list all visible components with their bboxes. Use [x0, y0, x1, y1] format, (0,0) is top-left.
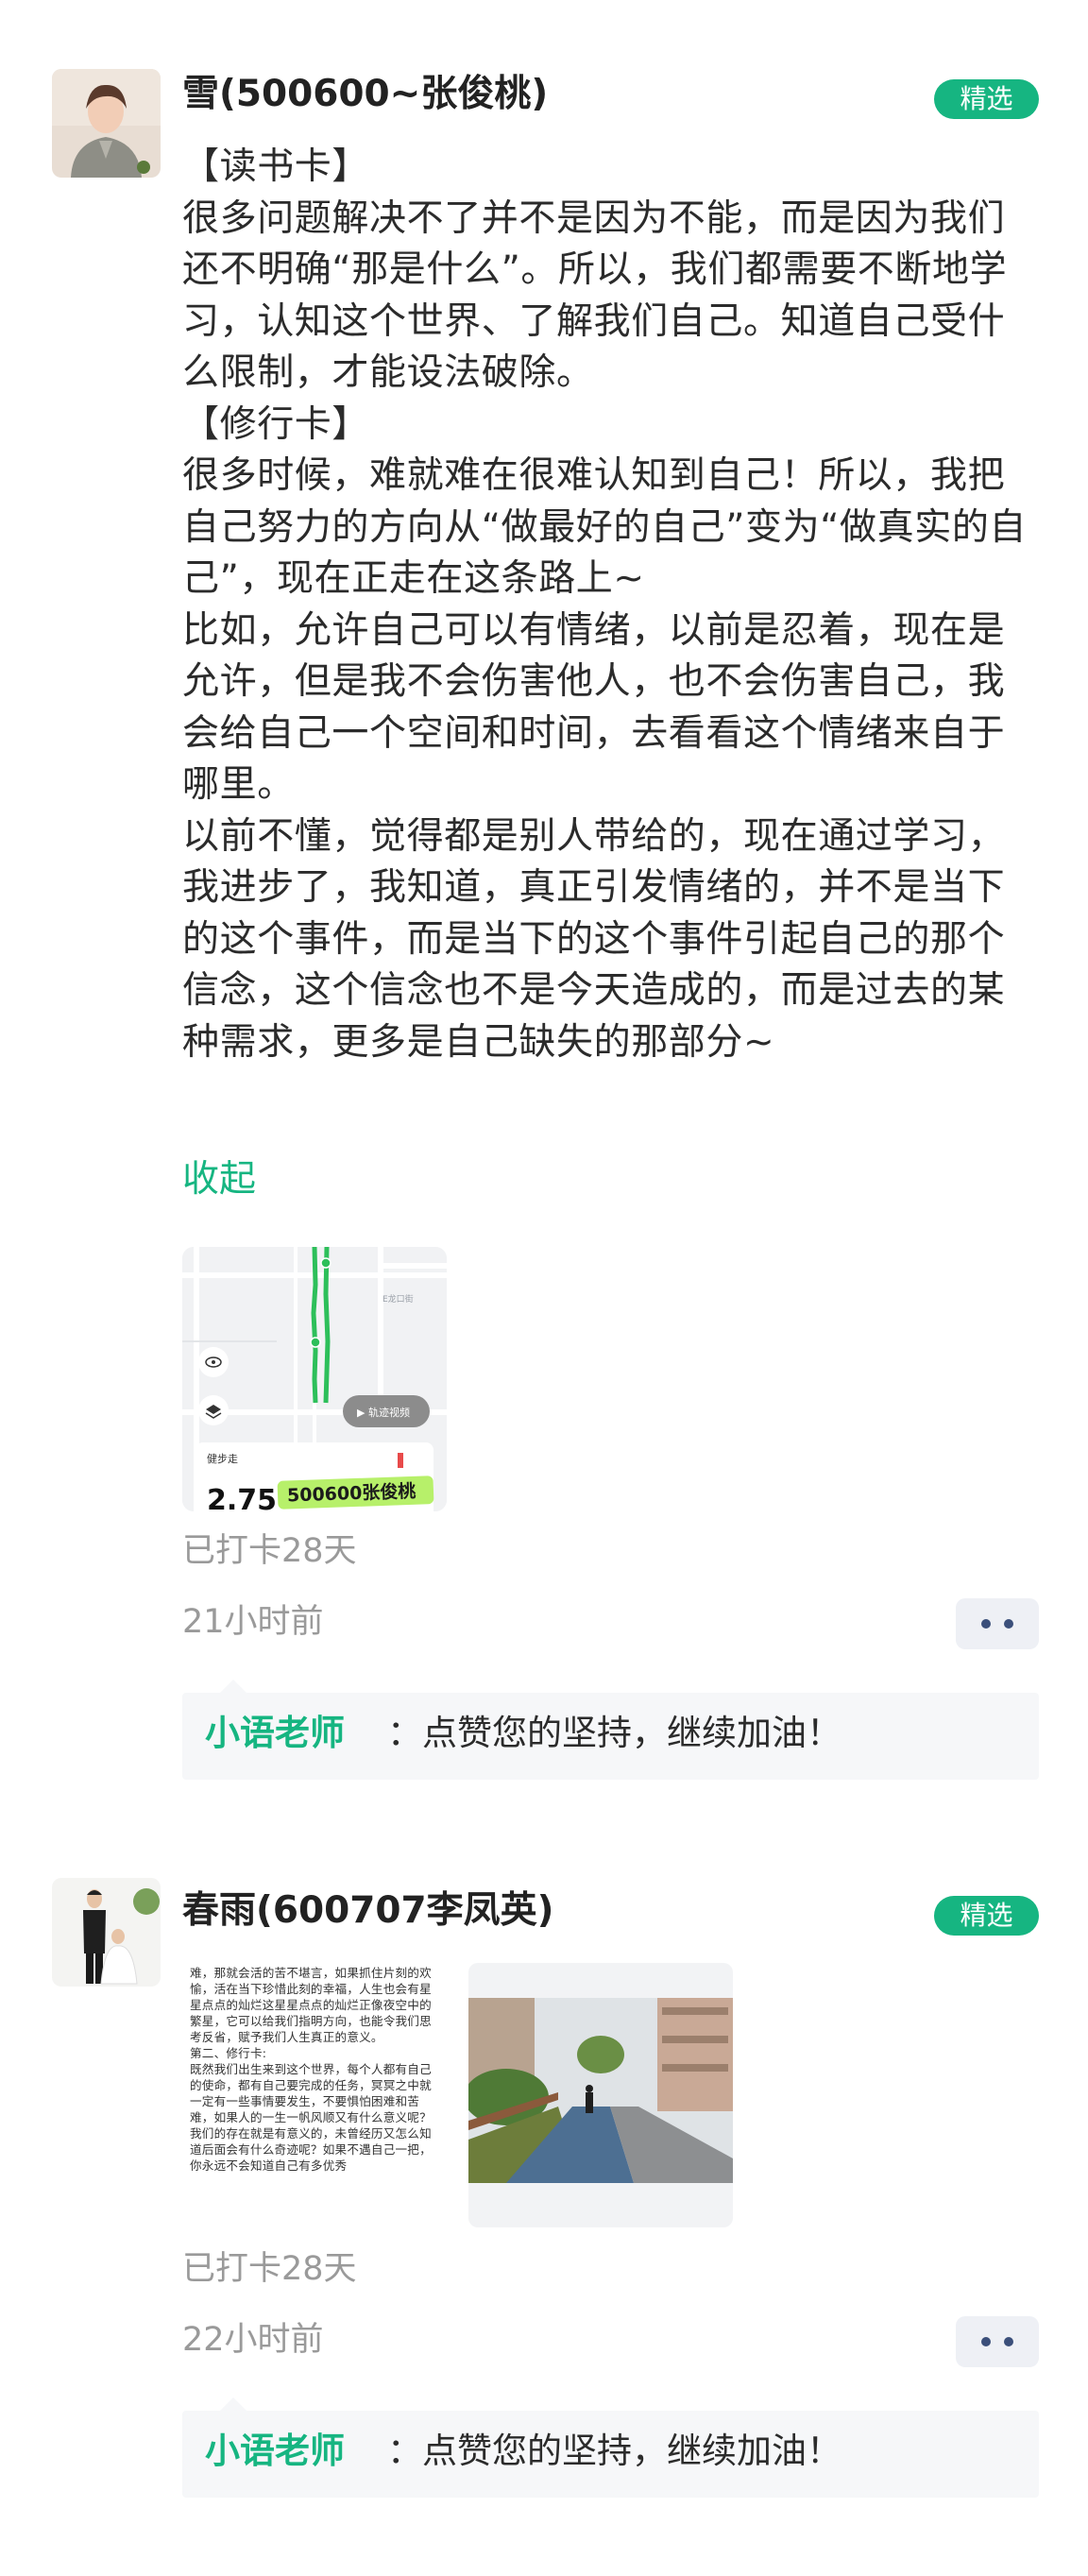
timestamp: 22小时前	[182, 2321, 324, 2359]
comment-text: ：点赞您的坚持，继续加油！	[387, 2431, 842, 2471]
content-paragraph: 很多问题解决不了并不是因为不能，而是因为我们还不明确“那是什么”。所以，我们都需…	[182, 196, 1008, 395]
post-content: 【读书卡】 很多问题解决不了并不是因为不能，而是因为我们还不明确“那是什么”。所…	[182, 142, 1032, 1068]
street-label: E龙口街	[382, 1293, 414, 1305]
comment-box: 小语老师 ：点赞您的坚持，继续加油！	[182, 1680, 1039, 1780]
featured-badge: 精选	[934, 1896, 1039, 1936]
featured-badge: 精选	[934, 79, 1039, 119]
collapse-link[interactable]: 收起	[182, 1154, 256, 1205]
checkin-days: 已打卡28天	[182, 1532, 357, 1570]
content-paragraph: 比如，允许自己可以有情绪，以前是忍着，现在是允许，但是我不会伤害他人，也不会伤害…	[182, 608, 1006, 807]
eye-icon[interactable]	[198, 1347, 229, 1377]
post-text-image[interactable]: 难，那就会活的苦不堪言，如果抓住片刻的欢愉，活在当下珍惜此刻的幸福，人生也会有星…	[182, 1963, 447, 2227]
content-paragraph: 【读书卡】	[182, 145, 370, 188]
comment-box: 小语老师 ：点赞您的坚持，继续加油！	[182, 2397, 1039, 2498]
more-dots-icon[interactable]	[956, 2316, 1039, 2367]
content-paragraph: 以前不懂，觉得都是别人带给的，现在通过学习，我进步了，我知道，真正引发情绪的，并…	[182, 814, 1006, 1064]
route-map-image[interactable]: E龙口街 ▶ 轨迹视频 健步走 2.75 500600张俊桃	[182, 1247, 447, 1511]
layers-icon[interactable]	[198, 1395, 229, 1425]
comment-text: ：点赞您的坚持，继续加油！	[387, 1713, 842, 1753]
activity-label: 健步走	[207, 1453, 238, 1465]
username[interactable]: 雪(500600~张俊桃)	[182, 69, 548, 120]
user-avatar[interactable]	[52, 1878, 161, 1987]
user-avatar[interactable]	[52, 69, 161, 178]
play-track-button[interactable]: ▶ 轨迹视频	[343, 1395, 430, 1427]
comment-author[interactable]: 小语老师	[205, 2426, 345, 2477]
content-paragraph: 很多时候，难就难在很难认知到自己！所以，我把自己努力的方向从“做最好的自己”变为…	[182, 454, 1028, 600]
more-dots-icon[interactable]	[956, 1598, 1039, 1649]
post-card: 雪(500600~张俊桃) 精选 【读书卡】 很多问题解决不了并不是因为不能，而…	[0, 0, 1088, 1823]
watermark-label: 500600张俊桃	[287, 1480, 416, 1507]
image-text: 难，那就会活的苦不堪言，如果抓住片刻的欢愉，活在当下珍惜此刻的幸福，人生也会有星…	[190, 1966, 432, 2173]
comment-author[interactable]: 小语老师	[205, 1708, 345, 1759]
timestamp: 21小时前	[182, 1603, 324, 1641]
post-photo[interactable]	[468, 1963, 733, 2227]
checkin-days: 已打卡28天	[182, 2250, 357, 2288]
content-paragraph: 【修行卡】	[182, 402, 370, 446]
distance-value: 2.75	[207, 1484, 277, 1511]
username[interactable]: 春雨(600707李凤英)	[182, 1885, 553, 1936]
post-card: 春雨(600707李凤英) 精选 难，那就会活的苦不堪言，如果抓住片刻的欢愉，活…	[0, 1823, 1088, 2576]
play-label: ▶ 轨迹视频	[357, 1406, 410, 1419]
